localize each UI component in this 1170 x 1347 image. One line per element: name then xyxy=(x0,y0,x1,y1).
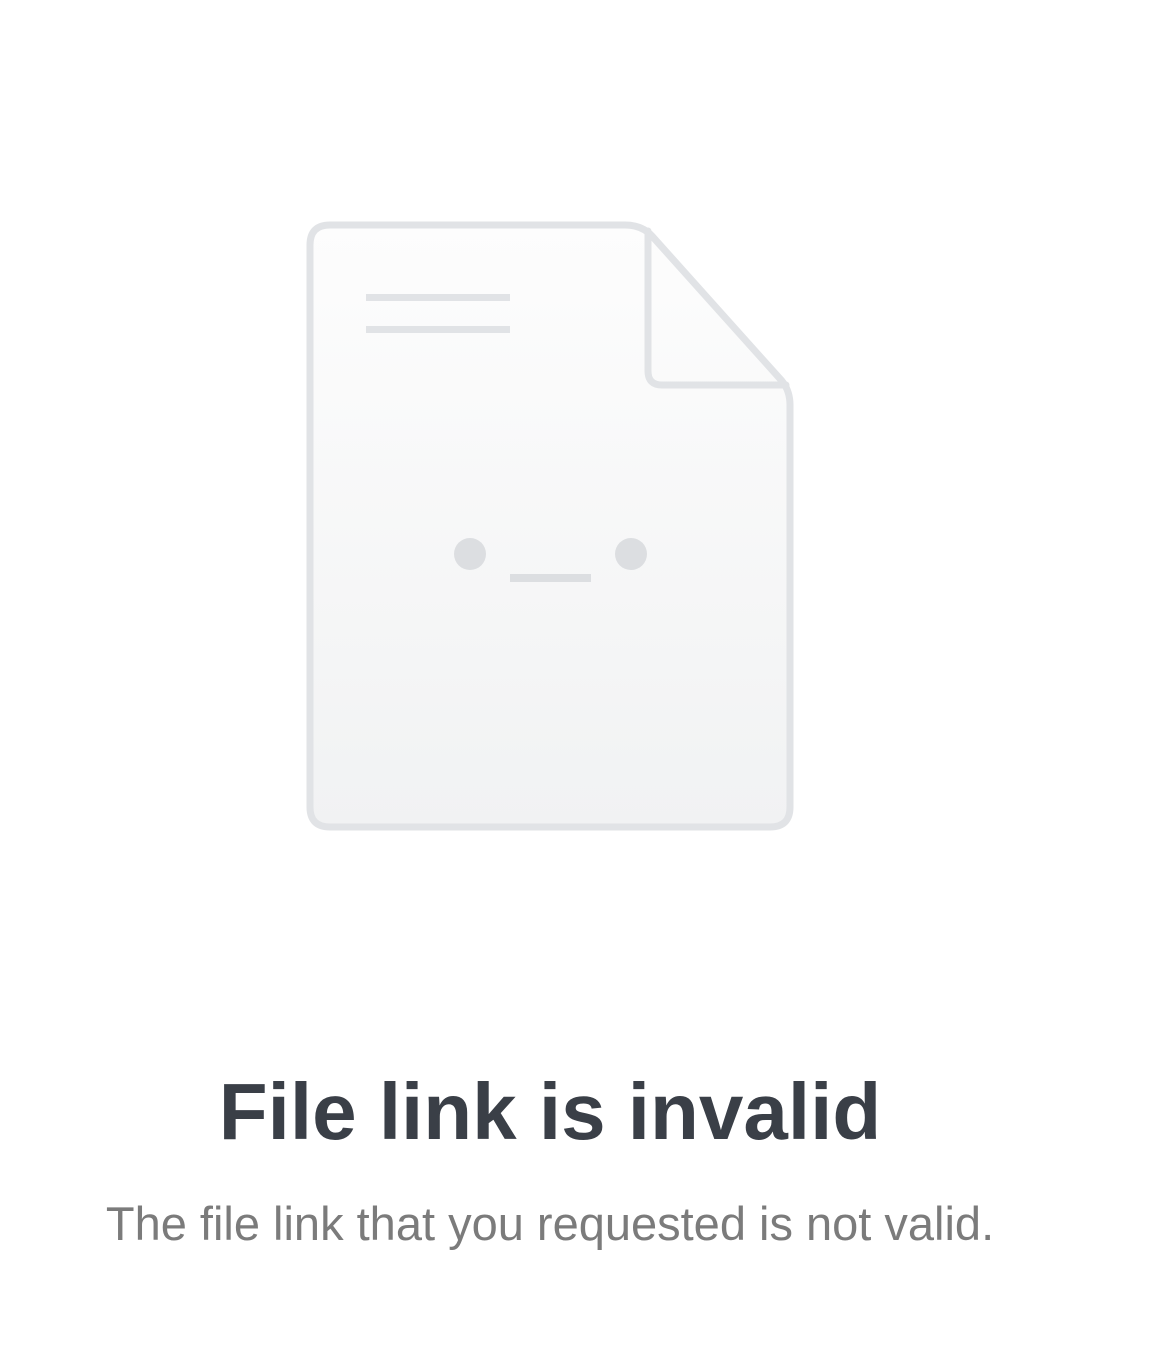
face-right-eye xyxy=(615,538,647,570)
sad-document-icon xyxy=(306,221,794,831)
document-text-line-1 xyxy=(366,294,510,301)
document-outline xyxy=(306,221,794,831)
document-text-line-2 xyxy=(366,326,510,333)
invalid-file-illustration xyxy=(290,205,810,845)
error-title: File link is invalid xyxy=(218,1067,882,1156)
face-mouth xyxy=(510,574,591,582)
face-left-eye xyxy=(454,538,486,570)
error-description: The file link that you requested is not … xyxy=(105,1197,995,1250)
